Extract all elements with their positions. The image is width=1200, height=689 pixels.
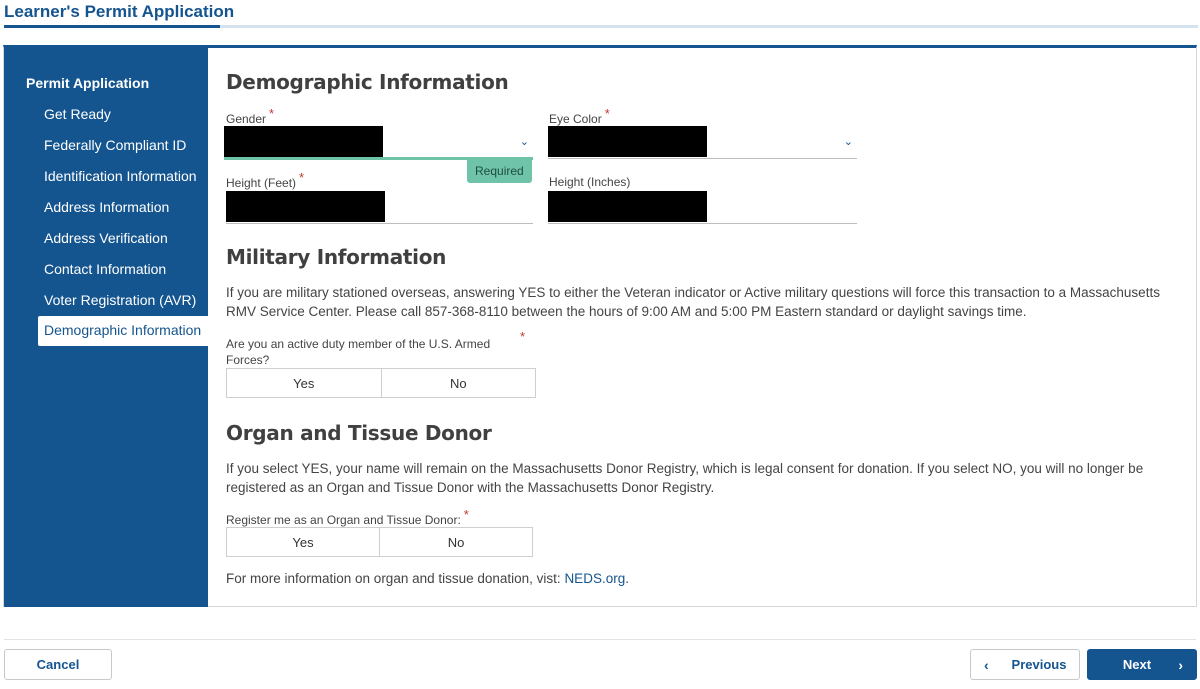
redacted-value [224,126,383,157]
title-active-underline [4,25,220,28]
required-star: * [520,329,526,344]
footer-divider [4,639,1196,640]
required-star: * [269,106,275,121]
donor-description: If you select YES, your name will remain… [226,461,1144,495]
gender-label: Gender * [226,106,275,126]
military-section-title: Military Information [226,245,447,269]
donor-section-title: Organ and Tissue Donor [226,421,492,445]
sidebar-item-federally-compliant-id[interactable]: Federally Compliant ID [38,131,208,161]
sidebar-item-contact-information[interactable]: Contact Information [38,255,208,285]
redacted-value [548,126,707,157]
app-title: Learner's Permit Application [4,2,235,21]
height-feet-input[interactable] [226,191,533,224]
redacted-value [548,191,707,222]
sidebar-item-voter-registration[interactable]: Voter Registration (AVR) [38,286,208,316]
gender-select[interactable]: ⌄ [224,126,533,159]
required-tooltip: Required [467,160,532,183]
eye-color-select[interactable]: ⌄ [548,126,857,159]
redacted-value [226,191,385,222]
required-star: * [299,170,305,185]
neds-link[interactable]: NEDS.org [564,571,625,586]
main-content: Demographic Information Gender * ⌄ Requir… [224,48,1186,607]
next-button[interactable]: Next › [1087,649,1197,680]
required-star: * [463,507,469,522]
donor-no-button[interactable]: No [379,528,532,556]
sidebar-item-identification-information[interactable]: Identification Information [38,162,208,192]
chevron-right-icon: › [1178,656,1183,673]
chevron-down-icon: ⌄ [843,136,853,148]
demographic-section-title: Demographic Information [226,70,509,94]
eye-color-label: Eye Color * [549,106,610,126]
chevron-down-icon: ⌄ [519,136,529,148]
active-duty-no-button[interactable]: No [380,369,535,397]
military-description: If you are military stationed overseas, … [226,285,1160,319]
sidebar-item-address-information[interactable]: Address Information [38,193,208,223]
donor-toggle: Yes No [226,527,533,557]
application-card: Permit Application Get Ready Federally C… [3,45,1197,607]
active-duty-yes-button[interactable]: Yes [227,369,381,397]
donor-yes-button[interactable]: Yes [227,528,379,556]
height-inches-input[interactable] [548,191,857,224]
active-duty-question: Are you an active duty member of the U.S… [226,337,491,367]
chevron-left-icon: ‹ [984,656,989,673]
sidebar-item-demographic-information[interactable]: Demographic Information [38,316,208,346]
sidebar-heading: Permit Application [26,75,150,91]
required-star: * [604,106,610,121]
active-duty-toggle: Yes No [226,368,536,398]
sidebar-nav: Permit Application Get Ready Federally C… [4,48,208,607]
sidebar-item-get-ready[interactable]: Get Ready [38,100,208,130]
donor-more-info: For more information on organ and tissue… [226,571,629,586]
height-inches-label: Height (Inches) [549,175,631,189]
cancel-button[interactable]: Cancel [4,649,112,680]
sidebar-item-address-verification[interactable]: Address Verification [38,224,208,254]
previous-button[interactable]: ‹ Previous [970,649,1080,680]
height-feet-label: Height (Feet) * [226,170,305,190]
donor-question: Register me as an Organ and Tissue Donor… [226,507,469,527]
